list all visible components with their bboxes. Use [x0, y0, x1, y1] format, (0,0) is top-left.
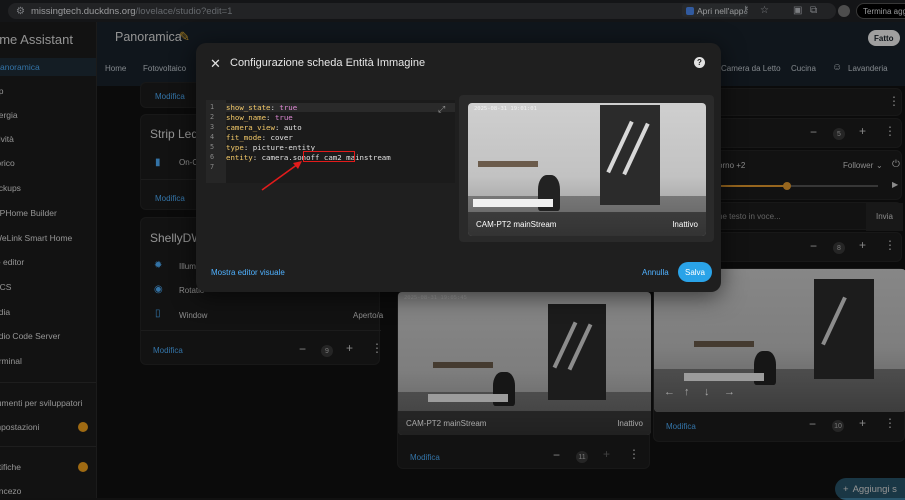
help-icon[interactable]: ? [694, 57, 705, 68]
line-number: 5 [210, 143, 215, 151]
line-number: 3 [210, 123, 215, 131]
code-line[interactable]: type: picture-entity [226, 143, 315, 152]
red-highlight-box [303, 151, 355, 162]
line-gutter: 1 2 3 4 5 6 7 [206, 100, 226, 183]
code-line[interactable]: show_name: true [226, 113, 293, 122]
close-icon[interactable]: ✕ [210, 56, 221, 72]
save-button[interactable]: Salva [678, 262, 712, 282]
dialog-title: Configurazione scheda Entità Immagine [230, 57, 426, 69]
expand-icon[interactable]: ⤢ [438, 104, 445, 115]
cancel-button[interactable]: Annulla [642, 268, 669, 277]
red-arrow-annotation [261, 161, 302, 191]
camera-state: Inattivo [672, 220, 698, 229]
camera-image[interactable]: 2025-08-31 19:01:01 CAM-PT2 mainStream I… [468, 103, 706, 236]
line-number: 7 [210, 163, 215, 171]
camera-shelf [478, 161, 538, 167]
camera-name: CAM-PT2 mainStream [476, 220, 557, 229]
card-preview: 2025-08-31 19:01:01 CAM-PT2 mainStream I… [459, 95, 714, 242]
code-line[interactable]: show_state: true [226, 103, 297, 112]
camera-timestamp: 2025-08-31 19:01:01 [474, 106, 537, 112]
show-visual-editor-button[interactable]: Mostra editor visuale [211, 268, 285, 277]
line-number: 2 [210, 113, 215, 121]
yaml-editor[interactable]: 1 2 3 4 5 6 7 show_state: true show_name… [206, 100, 455, 183]
line-number: 1 [210, 103, 215, 111]
camera-desk [473, 199, 553, 207]
line-number: 6 [210, 153, 215, 161]
code-line[interactable]: fit_mode: cover [226, 133, 293, 142]
code-line[interactable]: camera_view: auto [226, 123, 302, 132]
line-number: 4 [210, 133, 215, 141]
